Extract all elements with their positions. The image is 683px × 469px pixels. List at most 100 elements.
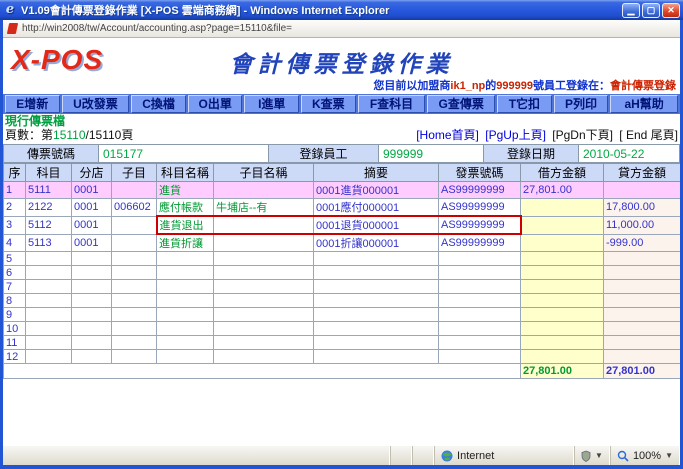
close-button[interactable]: ✕ <box>662 3 680 18</box>
header-debit: 借方金額 <box>521 164 604 182</box>
page-counter-prefix: 頁數：第 <box>5 128 53 142</box>
table-cell <box>72 252 112 266</box>
table-row[interactable]: 8 <box>4 294 681 308</box>
login-status: 您目前以加盟商ik1_np的999999號員工登錄在：會計傳票登錄 <box>373 77 676 93</box>
maximize-button[interactable]: ▢ <box>642 3 660 18</box>
table-cell: 4 <box>4 234 26 252</box>
status-pane <box>390 446 412 465</box>
menu-button-switch-file[interactable]: C換檔 <box>131 95 186 113</box>
table-cell: 6 <box>4 266 26 280</box>
menu-button-other-deduction[interactable]: T它扣 <box>497 95 552 113</box>
security-report-control[interactable]: ▼ <box>574 446 610 465</box>
address-bar: http://win2008/tw/Account/accounting.asp… <box>3 20 680 38</box>
table-cell <box>604 252 681 266</box>
table-row[interactable]: 7 <box>4 280 681 294</box>
table-cell: -999.00 <box>604 234 681 252</box>
table-row[interactable]: 11 <box>4 336 681 350</box>
table-cell <box>112 336 157 350</box>
table-cell <box>214 216 314 234</box>
table-cell <box>604 322 681 336</box>
table-row[interactable]: 9 <box>4 308 681 322</box>
table-row[interactable]: 151110001進貨0001進貨000001AS9999999927,801.… <box>4 182 681 199</box>
table-cell: 0001折讓000001 <box>314 234 439 252</box>
date-value[interactable]: 2010-05-22 <box>579 145 680 163</box>
menu-button-query-voucher[interactable]: G查傳票 <box>427 95 495 113</box>
page-total: 15110 <box>89 128 121 142</box>
table-cell <box>214 336 314 350</box>
table-cell: 進貨 <box>157 182 214 199</box>
table-cell <box>112 252 157 266</box>
menu-button-in-order[interactable]: I進單 <box>244 95 299 113</box>
table-cell: 11 <box>4 336 26 350</box>
table-cell <box>439 322 521 336</box>
table-cell <box>26 322 72 336</box>
header-summary: 摘要 <box>314 164 439 182</box>
table-cell: 006602 <box>112 199 157 217</box>
table-cell: 0001應付000001 <box>314 199 439 217</box>
table-cell: 17,800.00 <box>604 199 681 217</box>
nav-pgdn-link[interactable]: [PgDn下頁] <box>552 128 613 142</box>
table-cell <box>112 308 157 322</box>
table-row[interactable]: 451130001進貨折讓0001折讓000001AS99999999-999.… <box>4 234 681 252</box>
table-cell <box>72 308 112 322</box>
table-row[interactable]: 221220001006602應付帳款牛埔店--有0001應付000001AS9… <box>4 199 681 217</box>
table-cell <box>439 266 521 280</box>
current-file-label: 現行傳票檔 <box>3 114 680 128</box>
table-row[interactable]: 351120001進貨退出0001退貨000001AS9999999911,00… <box>4 216 681 234</box>
status-pane <box>412 446 434 465</box>
table-cell <box>521 336 604 350</box>
table-cell: 3 <box>4 216 26 234</box>
menu-button-add[interactable]: E增新 <box>5 95 60 113</box>
minimize-button[interactable]: ▁ <box>622 3 640 18</box>
status-bar: Internet ▼ 100% ▼ <box>3 445 680 465</box>
voucher-table: 序 科目 分店 子目 科目名稱 子目名稱 摘要 發票號碼 借方金額 貸方金額 1… <box>3 163 680 379</box>
table-cell: 9 <box>4 308 26 322</box>
voucher-form: 傳票號碼 015177 登錄員工 999999 登錄日期 2010-05-22 <box>3 144 680 163</box>
employee-label: 登錄員工 <box>269 145 379 163</box>
table-cell: 11,000.00 <box>604 216 681 234</box>
menu-button-edit-invoice[interactable]: U改發票 <box>62 95 130 113</box>
table-cell <box>439 294 521 308</box>
table-cell <box>604 182 681 199</box>
table-cell <box>214 280 314 294</box>
menu-button-query-account[interactable]: F查科目 <box>358 95 426 113</box>
menu-button-out-order[interactable]: O出單 <box>188 95 243 113</box>
zoom-control[interactable]: 100% ▼ <box>610 446 680 465</box>
voucher-no-value[interactable]: 015177 <box>99 145 269 163</box>
table-cell <box>604 336 681 350</box>
voucher-no-label: 傳票號碼 <box>4 145 99 163</box>
table-cell <box>26 252 72 266</box>
header-seq: 序 <box>4 164 26 182</box>
table-cell: 8 <box>4 294 26 308</box>
nav-end-link[interactable]: [ End 尾頁] <box>619 128 678 142</box>
menu-button-help[interactable]: aH幫助 <box>610 95 678 113</box>
table-cell <box>439 350 521 364</box>
table-row[interactable]: 12 <box>4 350 681 364</box>
table-row[interactable]: 5 <box>4 252 681 266</box>
page-nav-links: [Home首頁] [PgUp上頁] [PgDn下頁] [ End 尾頁] <box>413 128 678 144</box>
table-cell <box>314 350 439 364</box>
table-cell: 7 <box>4 280 26 294</box>
login-location: 會計傳票登錄 <box>610 80 676 92</box>
table-cell: 0001 <box>72 199 112 217</box>
chevron-down-icon: ▼ <box>595 451 603 460</box>
nav-home-link[interactable]: [Home首頁] <box>416 128 479 142</box>
table-cell: 牛埔店--有 <box>214 199 314 217</box>
table-cell <box>314 280 439 294</box>
table-cell <box>521 350 604 364</box>
table-cell <box>439 308 521 322</box>
table-cell <box>26 266 72 280</box>
table-cell <box>72 322 112 336</box>
table-header-row: 序 科目 分店 子目 科目名稱 子目名稱 摘要 發票號碼 借方金額 貸方金額 <box>4 164 681 182</box>
table-row[interactable]: 10 <box>4 322 681 336</box>
nav-pgup-link[interactable]: [PgUp上頁] <box>485 128 546 142</box>
menu-button-query-invoice[interactable]: K查票 <box>301 95 356 113</box>
browser-window: e V1.09會計傳票登錄作業 [X-POS 雲端商務網] - Windows … <box>0 0 683 469</box>
login-employee: 999999 <box>496 80 533 92</box>
table-row[interactable]: 6 <box>4 266 681 280</box>
address-input[interactable]: http://win2008/tw/Account/accounting.asp… <box>22 23 292 34</box>
employee-value[interactable]: 999999 <box>379 145 484 163</box>
menu-button-print[interactable]: P列印 <box>554 95 609 113</box>
table-cell <box>439 252 521 266</box>
login-suffix: 號員工登錄在： <box>533 80 610 92</box>
